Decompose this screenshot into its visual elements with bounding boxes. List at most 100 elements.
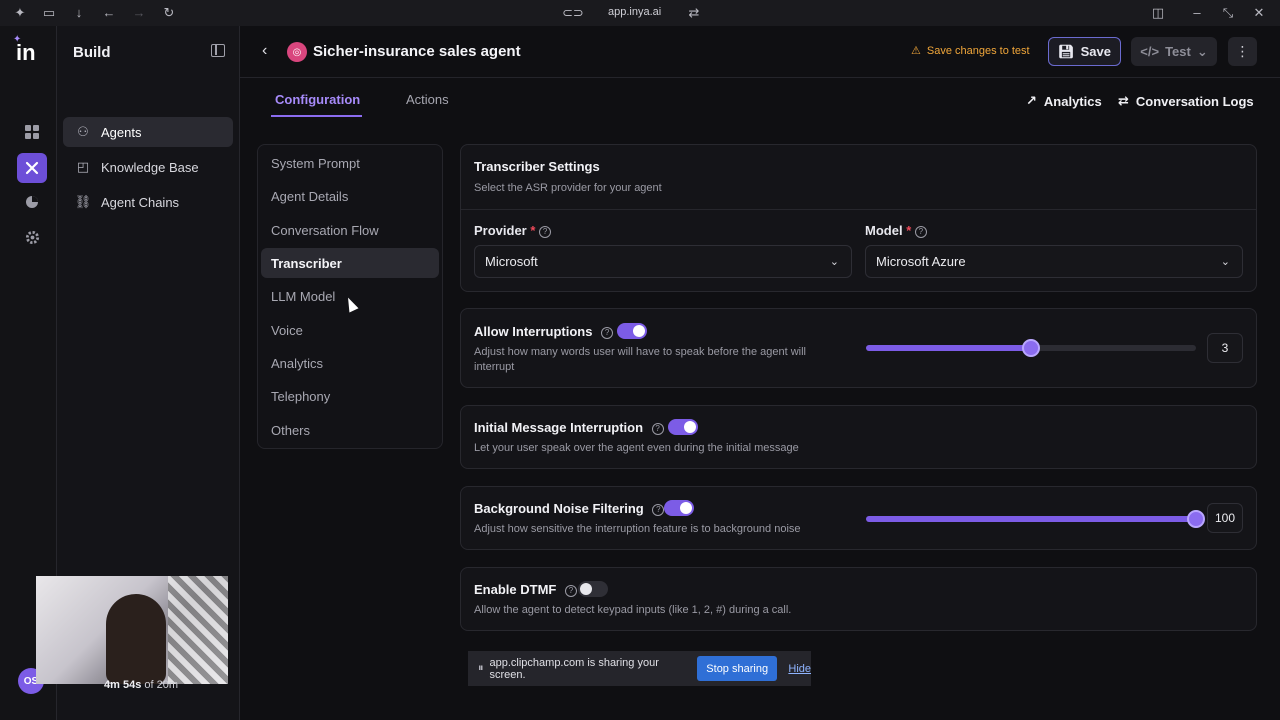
provider-label: Provider * ? xyxy=(474,223,552,238)
hide-link[interactable]: Hide xyxy=(788,663,811,675)
menu-item-others[interactable]: Others xyxy=(261,415,439,445)
analytics-link[interactable]: ↗ Analytics xyxy=(1026,93,1102,109)
required-mark: * xyxy=(906,223,912,238)
book-icon: ◰ xyxy=(76,159,90,174)
menu-item-telephony[interactable]: Telephony xyxy=(261,381,439,411)
save-button[interactable]: 💾︎ Save xyxy=(1048,37,1121,66)
sidebar-item-agent-chains[interactable]: ⛓ Agent Chains xyxy=(63,187,233,217)
dtmf-toggle[interactable] xyxy=(578,581,608,597)
page-header: ‹ ◎ Sicher-insurance sales agent ⚠ Save … xyxy=(240,26,1280,78)
conversation-logs-label: Conversation Logs xyxy=(1135,93,1254,109)
test-label: Test xyxy=(1165,44,1191,59)
code-icon: </> xyxy=(1140,44,1160,59)
sliders-icon[interactable]: ⇄ xyxy=(686,5,702,21)
reload-icon[interactable]: ↻ xyxy=(161,5,177,21)
chevron-down-icon: ⌄ xyxy=(1196,43,1208,59)
menu-item-system-prompt[interactable]: System Prompt xyxy=(261,148,439,178)
initial-message-toggle[interactable] xyxy=(668,419,698,435)
model-select[interactable]: Microsoft Azure ⌄ xyxy=(865,245,1243,278)
webcam-person xyxy=(106,594,166,684)
sparkle-icon: ✦ xyxy=(13,34,22,45)
timer-total: of 20m xyxy=(144,679,179,691)
tools-icon[interactable] xyxy=(17,153,47,183)
unsaved-warning: ⚠ Save changes to test xyxy=(911,44,1030,58)
model-value: Microsoft Azure xyxy=(876,254,966,269)
logo[interactable]: ✦ in xyxy=(13,34,36,66)
analytics-label: Analytics xyxy=(1043,93,1102,109)
help-icon[interactable]: ? xyxy=(564,584,577,597)
noise-value-input[interactable]: 100 xyxy=(1207,503,1243,533)
divider xyxy=(461,209,1256,210)
sidebar-toggle-icon[interactable]: ◫ xyxy=(1150,5,1166,21)
webcam-background xyxy=(168,576,228,684)
interruptions-slider[interactable] xyxy=(866,339,1196,357)
back-arrow-icon[interactable]: ← xyxy=(101,5,117,21)
help-icon[interactable]: ? xyxy=(914,225,927,238)
provider-select[interactable]: Microsoft ⌄ xyxy=(474,245,852,278)
menu-item-conversation-flow[interactable]: Conversation Flow xyxy=(261,215,439,245)
timer-elapsed: 4m 54s xyxy=(104,679,142,691)
initial-message-desc: Let your user speak over the agent even … xyxy=(474,442,799,454)
toggle-knob xyxy=(580,583,592,595)
browser-toolbar: ✦ ▭ ↓ ← → ↻ ⊂⊃ app.inya.ai ⇄ ◫ – ⤡ ✕ xyxy=(0,0,1280,26)
tabs-icon[interactable]: ▭ xyxy=(41,5,57,21)
sidebar-item-label: Knowledge Base xyxy=(101,159,199,175)
gear-icon[interactable] xyxy=(17,222,47,252)
help-icon[interactable]: ? xyxy=(652,503,665,516)
forward-arrow-icon[interactable]: → xyxy=(131,5,147,21)
menu-item-agent-details[interactable]: Agent Details xyxy=(261,181,439,211)
dtmf-desc: Allow the agent to detect keypad inputs … xyxy=(474,604,792,616)
close-icon[interactable]: ✕ xyxy=(1251,5,1267,21)
interruptions-value-input[interactable]: 3 xyxy=(1207,333,1243,363)
collapse-sidebar-icon[interactable] xyxy=(211,44,225,57)
more-options-icon[interactable]: ⋮ xyxy=(1228,37,1257,66)
menu-item-analytics[interactable]: Analytics xyxy=(261,348,439,378)
share-message: app.clipchamp.com is sharing your screen… xyxy=(489,656,659,681)
sidebar-title: Build xyxy=(73,44,111,61)
interruptions-card: Allow Interruptions ? Adjust how many wo… xyxy=(460,308,1257,388)
tab-actions[interactable]: Actions xyxy=(406,92,449,107)
recording-timer: 4m 54s of 20m xyxy=(104,679,178,691)
slider-fill xyxy=(866,345,1031,351)
pie-chart-icon[interactable] xyxy=(17,187,47,217)
slider-thumb[interactable] xyxy=(1022,339,1040,357)
required-mark: * xyxy=(530,223,536,238)
download-icon[interactable]: ↓ xyxy=(71,5,87,21)
grid-icon[interactable] xyxy=(17,117,47,147)
page-title: Sicher-insurance sales agent xyxy=(313,43,521,60)
back-chevron-icon[interactable]: ‹ xyxy=(262,42,267,60)
webcam-overlay xyxy=(36,576,228,684)
save-label: Save xyxy=(1080,44,1111,59)
initial-message-title-text: Initial Message Interruption xyxy=(474,420,644,435)
menu-item-voice[interactable]: Voice xyxy=(261,315,439,345)
noise-desc: Adjust how sensitive the interruption fe… xyxy=(474,523,801,535)
interruptions-toggle[interactable] xyxy=(617,323,647,339)
sidebar-item-knowledge-base[interactable]: ◰ Knowledge Base xyxy=(63,152,233,182)
minimize-icon[interactable]: – xyxy=(1189,5,1205,21)
restore-icon[interactable]: ⤡ xyxy=(1220,5,1236,21)
conversation-logs-link[interactable]: ⇄ Conversation Logs xyxy=(1118,93,1254,109)
warning-text: Save changes to test xyxy=(926,44,1030,57)
test-button[interactable]: </> Test ⌄ xyxy=(1131,37,1217,66)
stop-sharing-button[interactable]: Stop sharing xyxy=(697,656,778,681)
noise-slider[interactable] xyxy=(866,510,1205,528)
sidebar-item-agents[interactable]: ⚇ Agents xyxy=(63,117,233,147)
trend-icon: ↗ xyxy=(1026,93,1037,108)
help-icon[interactable]: ? xyxy=(651,422,664,435)
agent-avatar-icon: ◎ xyxy=(287,42,307,62)
interruptions-title: Allow Interruptions ? xyxy=(474,324,614,339)
model-label-text: Model xyxy=(865,223,903,238)
interruptions-title-text: Allow Interruptions xyxy=(474,324,593,339)
menu-item-transcriber[interactable]: Transcriber xyxy=(261,248,439,278)
drag-handle-icon[interactable]: ⏸ xyxy=(478,662,484,675)
noise-toggle[interactable] xyxy=(664,500,694,516)
app-icon[interactable]: ✦ xyxy=(12,5,28,21)
help-icon[interactable]: ? xyxy=(539,225,552,238)
address-bar[interactable]: app.inya.ai xyxy=(608,6,661,18)
tab-configuration[interactable]: Configuration xyxy=(275,92,360,107)
help-icon[interactable]: ? xyxy=(601,326,614,339)
link-icon[interactable]: ⊂⊃ xyxy=(562,5,584,21)
slider-thumb[interactable] xyxy=(1187,510,1205,528)
sidebar-item-label: Agents xyxy=(101,124,142,140)
screen-share-bar: ⏸ app.clipchamp.com is sharing your scre… xyxy=(468,651,811,686)
